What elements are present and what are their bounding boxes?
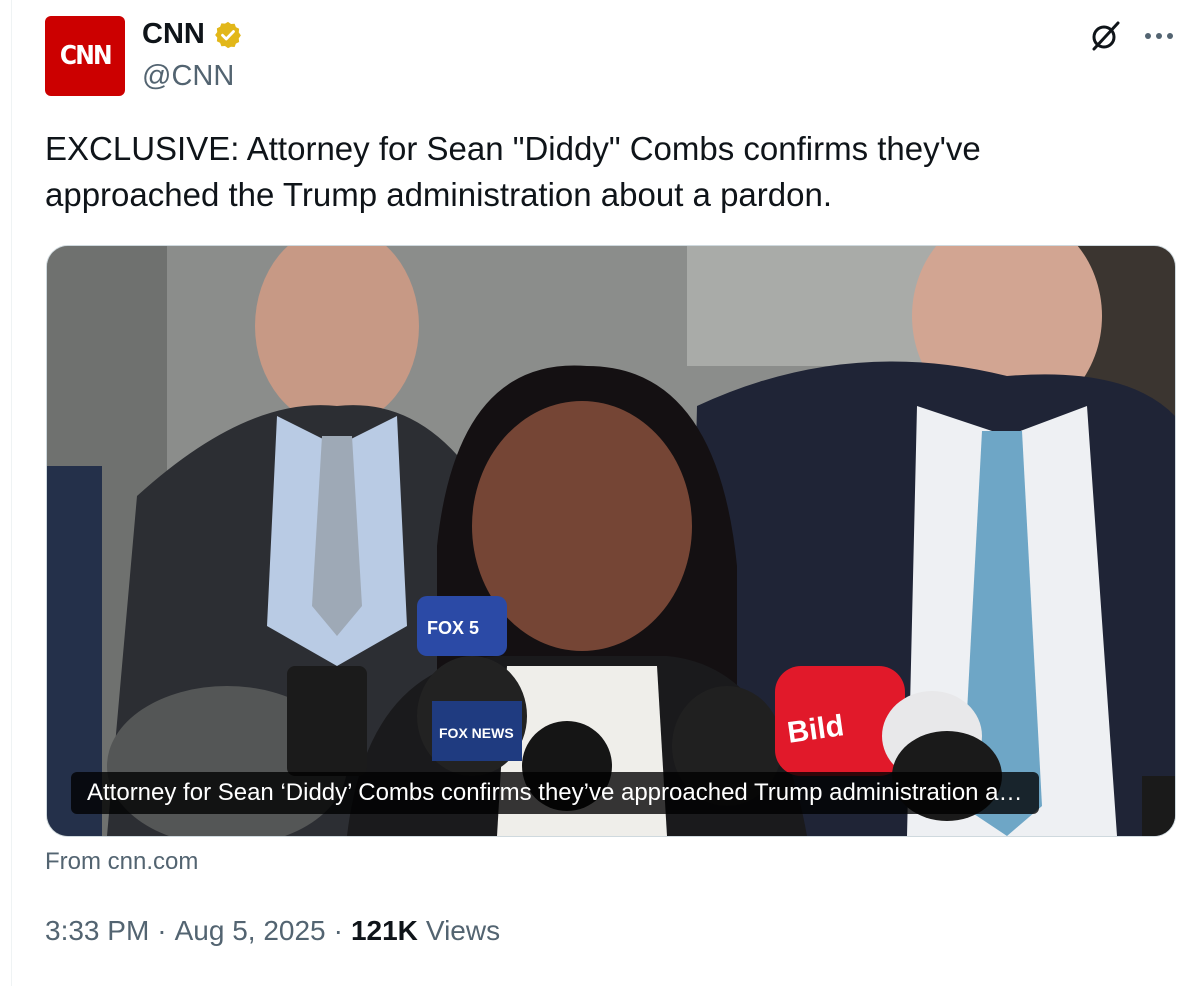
link-source[interactable]: From cnn.com	[45, 848, 198, 876]
tweet-time[interactable]: 3:33 PM	[45, 915, 149, 947]
meta-separator: ·	[157, 915, 167, 946]
avatar[interactable]: CNN	[45, 16, 125, 96]
tweet-date[interactable]: Aug 5, 2025	[175, 915, 326, 947]
tweet-meta: 3:33 PM · Aug 5, 2025 · 121K Views	[45, 915, 500, 947]
more-icon[interactable]	[1142, 21, 1176, 51]
media-caption-bar: Attorney for Sean ‘Diddy’ Combs confirms…	[71, 772, 1039, 814]
verified-badge-icon[interactable]	[213, 20, 243, 50]
views-label: Views	[425, 915, 501, 946]
author-handle[interactable]: @CNN	[142, 60, 234, 93]
mic-label-fox5: FOX 5	[427, 618, 479, 638]
media-card[interactable]: FOX 5 FOX NEWS Bild Attorney for Sean ‘D…	[46, 245, 1176, 837]
author-display-name[interactable]: CNN	[142, 18, 205, 51]
media-caption: Attorney for Sean ‘Diddy’ Combs confirms…	[87, 779, 1023, 806]
tweet-text: EXCLUSIVE: Attorney for Sean "Diddy" Com…	[45, 130, 981, 213]
grok-icon[interactable]	[1088, 19, 1122, 53]
meta-separator: ·	[333, 915, 343, 946]
author-name-row: CNN	[142, 18, 243, 51]
mic-label-foxnews: FOX NEWS	[439, 725, 514, 741]
news-photo: FOX 5 FOX NEWS Bild	[47, 246, 1175, 836]
timeline-border	[11, 0, 12, 986]
views-count: 121K	[350, 915, 418, 946]
avatar-logo-text: CNN	[59, 41, 113, 71]
